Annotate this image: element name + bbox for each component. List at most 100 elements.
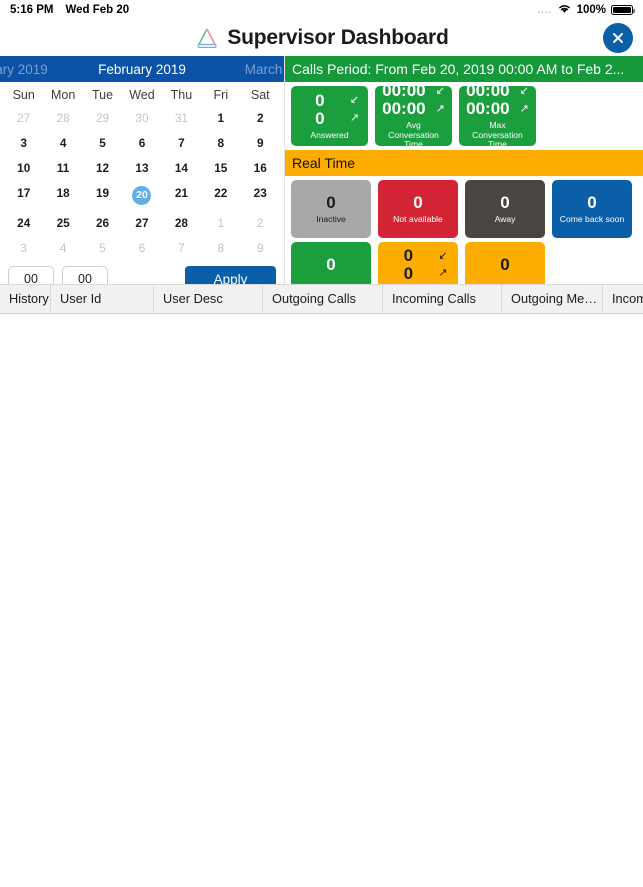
calendar-day[interactable]: 2 [241,210,280,235]
calendar-day[interactable]: 26 [83,210,122,235]
calendar-day-label: 3 [20,241,27,255]
calendar-day[interactable]: 3 [4,235,43,260]
outgoing-value: 0 [300,110,340,128]
users-table: HistoryUser IdUser DescOutgoing CallsInc… [0,284,643,857]
calendar-day-label: 1 [218,216,225,230]
calendar-week-row: 10 11 1213141516 [4,155,280,180]
metric-tile-answered[interactable]: 0 ↙ 0↗ Answered [291,86,368,146]
calendar-day[interactable]: 21 [162,180,201,210]
calendar-day-label: 26 [96,216,109,230]
calendar-day[interactable]: 1 [201,105,240,130]
calendar-day[interactable]: 28 [162,210,201,235]
calendar-day[interactable]: 27 [122,210,161,235]
wifi-icon [557,3,572,17]
status-label: Not available [393,215,443,224]
status-tile-not-available[interactable]: 0Not available [378,180,458,238]
calendar-day[interactable]: 17 [4,180,43,210]
calendar-day[interactable]: 15 [201,155,240,180]
dow-wed: Wed [122,82,161,105]
status-label: Come back soon [560,215,625,224]
calendar-next-month[interactable]: March 2019 [245,62,284,77]
calendar-prev-month[interactable]: January 2019 [0,62,48,77]
calendar-day[interactable]: 5 [83,235,122,260]
bottom-tile-orange-dual[interactable]: 0↙0↗ [378,242,458,288]
table-column-header[interactable]: User Id [51,284,154,314]
calendar-day-label: 11 [57,161,69,175]
battery-percent-label: 100% [577,4,606,16]
calendar-day[interactable]: 6 [122,130,161,155]
calendar-day[interactable]: 28 [43,105,82,130]
calendar-day-label: 5 [99,136,106,150]
calendar-day[interactable]: 24 [4,210,43,235]
calendar-day[interactable]: 9 [241,130,280,155]
status-tile-inactive[interactable]: 0Inactive [291,180,371,238]
calendar-day[interactable]: 4 [43,130,82,155]
calendar-day-label: 4 [60,136,67,150]
calendar-day[interactable]: 5 [83,130,122,155]
metric-tile-avg-conversation-time[interactable]: 00:00↙00:00↗Avg Conversation Time [375,86,452,146]
table-column-header[interactable]: Incoming Calls [383,284,502,314]
arrow-out-icon: ↗ [436,104,445,115]
calendar-week-row: 24 25 26 2728 1 2 [4,210,280,235]
calendar-day[interactable]: 19 [83,180,122,210]
calendar-day[interactable]: 7 [162,130,201,155]
table-column-header[interactable]: History [0,284,51,314]
calendar-day[interactable]: 16 [241,155,280,180]
tile-value: 0 [326,256,335,274]
calendar-day[interactable]: 6 [122,235,161,260]
status-tile-away[interactable]: 0Away [465,180,545,238]
table-column-header[interactable]: Outgoing Messa... [502,284,603,314]
calendar-day[interactable]: 30 [122,105,161,130]
date-picker-panel: January 2019 February 2019 March 2019 Su… [0,56,285,284]
table-column-header[interactable]: Outgoing Calls [263,284,383,314]
calendar-day[interactable]: 25 [43,210,82,235]
calendar-day[interactable]: 3 [4,130,43,155]
table-column-header[interactable]: Incoming Messa... [603,284,643,314]
calendar-day-selected[interactable]: 20 [122,180,161,210]
calendar-day-label: 7 [178,241,185,255]
table-column-header[interactable]: User Desc [154,284,263,314]
calendar-day[interactable]: 9 [241,235,280,260]
calendar-day[interactable]: 22 [201,180,240,210]
calendar-day[interactable]: 27 [4,105,43,130]
outgoing-row: 0↗ [296,110,363,128]
arrow-in-icon: ↙ [350,95,359,106]
calendar-day[interactable]: 10 [4,155,43,180]
calendar-day[interactable]: 31 [162,105,201,130]
calendar-day[interactable]: 13 [122,155,161,180]
close-button[interactable] [603,23,633,53]
calendar-day[interactable]: 4 [43,235,82,260]
calendar-day[interactable]: 11 [43,155,82,180]
calendar-day-label: 19 [96,186,109,200]
metric-tile-max-conversation-time[interactable]: 00:00↙00:00↗Max Conversation Time [459,86,536,146]
calendar-day[interactable]: 29 [83,105,122,130]
calendar-day-label: 18 [57,186,70,200]
calendar-day-label: 8 [218,241,225,255]
calendar-week-row: 3 4 5 6 7 8 9 [4,235,280,260]
status-bar-right-group: .... 100% [538,3,633,17]
calendar-day[interactable]: 7 [162,235,201,260]
calendar-day[interactable]: 1 [201,210,240,235]
calendar-day[interactable]: 2 [241,105,280,130]
calendar-day[interactable]: 8 [201,235,240,260]
calendar-day-label: 9 [257,136,264,150]
status-tile-come-back-soon[interactable]: 0 Come back soon [552,180,632,238]
calendar-day[interactable]: 18 [43,180,82,210]
calendar-day-label: 20 [132,186,151,205]
bottom-tile-orange[interactable]: 0 [465,242,545,288]
calendar-day[interactable]: 8 [201,130,240,155]
dow-mon: Mon [43,82,82,105]
outgoing-row: 00:00↗ [380,100,447,118]
dow-sat: Sat [241,82,280,105]
status-value: 0 [587,194,596,212]
calendar-day[interactable]: 23 [241,180,280,210]
calendar-day-label: 25 [57,216,70,230]
calendar-day[interactable]: 12 [83,155,122,180]
calendar-day[interactable]: 14 [162,155,201,180]
calendar-day-label: 5 [99,241,106,255]
bottom-tile-green[interactable]: 0 [291,242,371,288]
tile-label: Answered [310,131,348,140]
status-label: Inactive [316,215,346,224]
calendar-week-row: 17 18 19 20 212223 [4,180,280,210]
calendar-day-label: 24 [17,216,30,230]
